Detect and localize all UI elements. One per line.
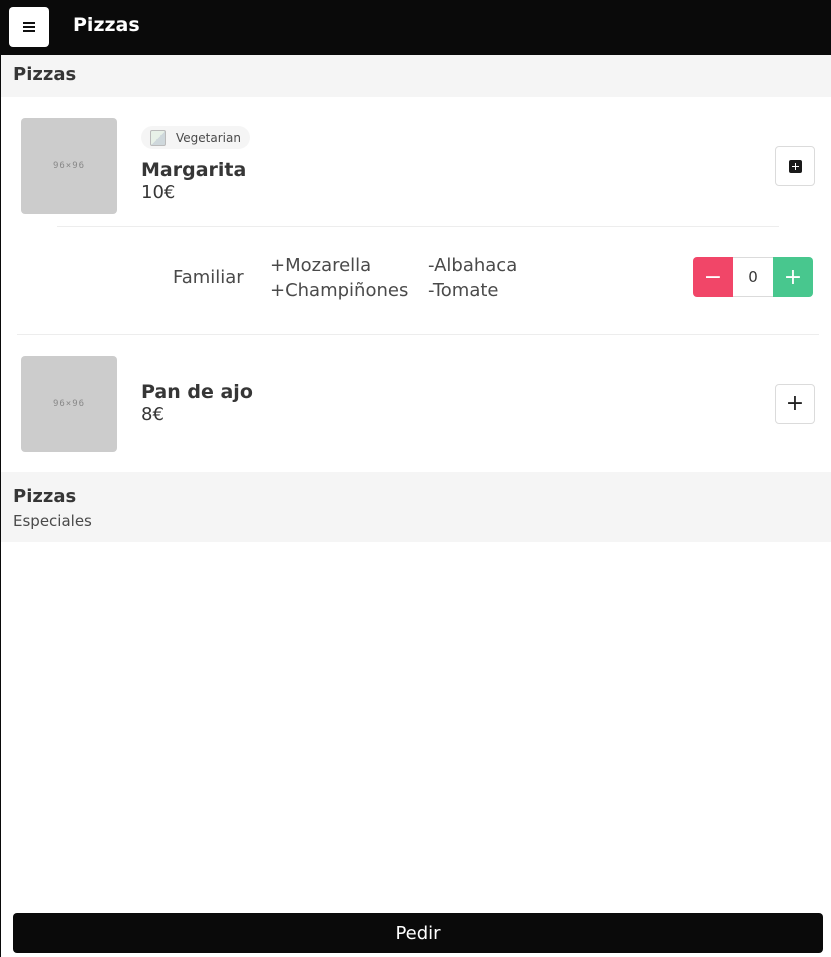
item-name: Margarita [141,159,247,181]
item-price: 8€ [141,404,164,425]
variant-extra: +Mozarella [270,255,372,276]
decrease-quantity-button[interactable]: − [693,257,733,297]
variant-extra: +Champiñones [270,280,409,301]
page-title: Pizzas [73,14,140,36]
plus-icon: + [785,391,805,416]
variant-size: Familiar [173,267,244,288]
vegetarian-icon [150,129,166,146]
item-thumbnail: 96×96 [21,118,117,214]
order-button[interactable]: Pedir [13,913,823,953]
tag-label: Vegetarian [176,130,241,145]
divider [57,226,779,227]
variant-removed: -Tomate [428,280,499,301]
variant-removed: -Albahaca [428,255,518,276]
vegetarian-tag: Vegetarian [141,126,250,149]
section-title: Pizzas [13,486,77,507]
section-subtitle: Especiales [13,512,92,530]
divider [17,334,819,335]
add-item-button[interactable]: + [775,384,815,424]
section-title: Pizzas [13,64,77,85]
increase-quantity-button[interactable]: + [773,257,813,297]
hamburger-icon [23,22,35,32]
add-item-button[interactable] [775,146,815,186]
section-header-especiales: Pizzas Especiales [1,472,831,542]
item-price: 10€ [141,182,176,203]
item-name: Pan de ajo [141,381,253,403]
menu-button[interactable] [9,7,49,47]
item-thumbnail: 96×96 [21,356,117,452]
quantity-stepper: − 0 + [693,257,813,297]
quantity-value[interactable]: 0 [733,257,773,297]
section-header-pizzas: Pizzas [1,55,831,97]
plus-square-icon [788,159,802,173]
top-navbar: Pizzas [0,0,831,55]
